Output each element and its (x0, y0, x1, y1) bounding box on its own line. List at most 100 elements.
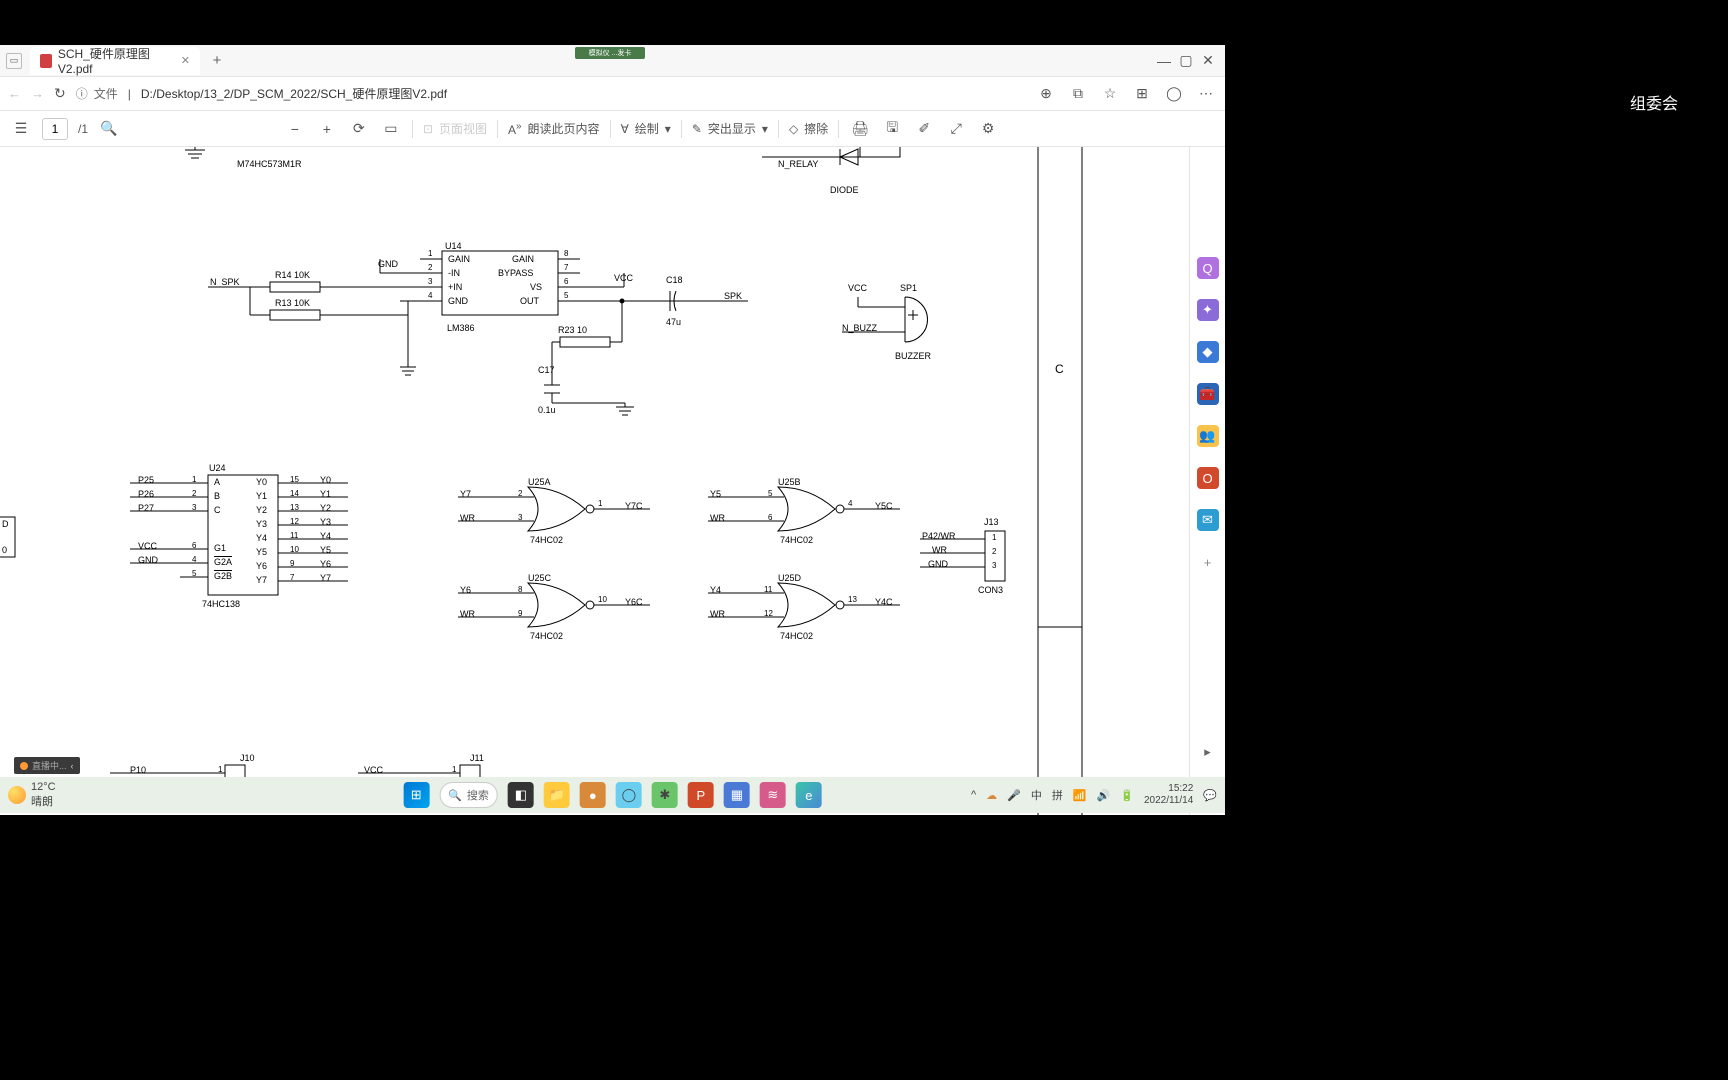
taskbar: 12°C 晴朗 ⊞ 🔍 搜索 ◧ 📁 ● ◯ ✱ P ▦ ≋ e ^ ☁ 🎤 中… (0, 777, 1225, 813)
sheet-zone-c: C (1055, 362, 1064, 376)
page-total: /1 (78, 122, 88, 136)
address-bar: ← → ↻ ⓘ 文件 | D:/Desktop/13_2/DP_SCM_2022… (0, 77, 1225, 111)
sidebar-tools-icon[interactable]: 🧰 (1197, 383, 1219, 405)
tray-mic-icon[interactable]: 🎤 (1007, 789, 1021, 802)
close-icon[interactable]: ✕ (181, 54, 190, 67)
file-label: 文件 (94, 85, 118, 102)
sidebar-collapse-icon[interactable]: ▸ (1197, 741, 1219, 763)
profile-icon[interactable]: ◯ (1163, 83, 1185, 105)
notification-icon[interactable]: 💬 (1203, 789, 1217, 802)
pdf-toolbar: ☰ /1 🔍 − + ⟳ ▭ ⊡ 页面视图 A» 朗读此页内容 ∀ 绘制 ▾ ✎… (0, 111, 1225, 147)
rotate-icon[interactable]: ⟳ (348, 118, 370, 140)
j13-ref: J13 (984, 517, 999, 527)
wifi-icon[interactable]: 📶 (1073, 789, 1087, 802)
buzz-part: BUZZER (895, 351, 931, 361)
tray-chevron-icon[interactable]: ^ (971, 789, 976, 801)
clock-time: 15:22 (1168, 783, 1193, 795)
amp-nspk: N_SPK (210, 277, 240, 287)
zoom-out-icon[interactable]: − (284, 118, 306, 140)
app-icon-4[interactable]: ≋ (760, 782, 786, 808)
taskbar-search[interactable]: 🔍 搜索 (439, 782, 498, 808)
volume-icon[interactable]: 🔊 (1097, 789, 1111, 802)
buzz-vcc: VCC (848, 283, 867, 293)
chip-label: M74HC573M1R (237, 159, 302, 169)
sidebar-search-icon[interactable]: Q (1197, 257, 1219, 279)
chevron-down-icon[interactable]: ▾ (665, 122, 671, 136)
tab-actions-icon[interactable]: ▭ (6, 53, 22, 69)
app-icon-2[interactable]: ◯ (616, 782, 642, 808)
zoom-icon[interactable]: ⊕ (1035, 83, 1057, 105)
recording-indicator: 模拟仪 ...发卡 (575, 47, 645, 59)
url-text[interactable]: D:/Desktop/13_2/DP_SCM_2022/SCH_硬件原理图V2.… (141, 85, 447, 102)
battery-icon[interactable]: 🔋 (1120, 789, 1134, 802)
minimize-icon[interactable]: — (1153, 50, 1175, 72)
net-relay: N_RELAY (778, 159, 818, 169)
powerpoint-icon[interactable]: P (688, 782, 714, 808)
fullscreen-icon[interactable]: ⤢ (945, 118, 967, 140)
maximize-icon[interactable]: ▢ (1175, 50, 1197, 72)
j13-part: CON3 (978, 585, 1003, 595)
buzz-net: N_BUZZ (842, 323, 877, 333)
sidebar-copilot-icon[interactable]: ✦ (1197, 299, 1219, 321)
schematic-svg (0, 147, 1190, 815)
chevron-down-icon[interactable]: ▾ (762, 122, 768, 136)
r14: R14 10K (275, 270, 310, 280)
amp-p4: GND (448, 296, 468, 306)
erase-icon[interactable]: ◇ (789, 122, 798, 136)
contents-icon[interactable]: ☰ (10, 118, 32, 140)
fit-label: 页面视图 (439, 120, 487, 137)
settings-icon[interactable]: ⚙ (977, 118, 999, 140)
page-number-input[interactable] (42, 118, 68, 140)
app-icon-3[interactable]: ▦ (724, 782, 750, 808)
erase-label[interactable]: 擦除 (804, 120, 828, 137)
favorite-icon[interactable]: ☆ (1099, 83, 1121, 105)
taskbar-clock[interactable]: 15:22 2022/11/14 (1144, 783, 1193, 807)
ime-lang[interactable]: 中 (1031, 787, 1042, 803)
ime-mode[interactable]: 拼 (1052, 787, 1063, 803)
search-icon[interactable]: 🔍 (98, 118, 120, 140)
highlight-label[interactable]: 突出显示 (708, 120, 756, 137)
forward-icon[interactable]: → (31, 86, 44, 101)
fit-icon[interactable]: ⊡ (423, 122, 433, 136)
sidebar-tag-icon[interactable]: ◆ (1197, 341, 1219, 363)
edge-icon[interactable]: e (796, 782, 822, 808)
c18: C18 (666, 275, 683, 285)
r13: R13 10K (275, 298, 310, 308)
print-icon[interactable]: 🖨 (849, 118, 871, 140)
explorer-icon[interactable]: 📁 (544, 782, 570, 808)
weather-widget[interactable]: 12°C 晴朗 (8, 781, 56, 809)
amp-p8: GAIN (512, 254, 534, 264)
diode-label: DIODE (830, 185, 859, 195)
collections-icon[interactable]: ⊞ (1131, 83, 1153, 105)
zoom-in-icon[interactable]: + (316, 118, 338, 140)
window-close-icon[interactable]: ✕ (1197, 50, 1219, 72)
refresh-icon[interactable]: ↻ (54, 85, 66, 102)
start-button[interactable]: ⊞ (403, 782, 429, 808)
pdf-file-icon (40, 54, 52, 68)
read-aloud-label[interactable]: 朗读此页内容 (528, 120, 600, 137)
draw-label[interactable]: 绘制 (635, 120, 659, 137)
task-view-icon[interactable]: ◧ (508, 782, 534, 808)
save-icon[interactable]: 🖫 (881, 118, 903, 140)
page-view-icon[interactable]: ▭ (380, 118, 402, 140)
sidebar-add-icon[interactable]: + (1197, 551, 1219, 573)
info-icon[interactable]: ⓘ (76, 85, 88, 102)
dec-part: 74HC138 (202, 599, 240, 609)
tray-onedrive-icon[interactable]: ☁ (986, 789, 997, 802)
pen-icon[interactable]: ✐ (913, 118, 935, 140)
highlight-icon[interactable]: ✎ (692, 122, 702, 136)
wechat-icon[interactable]: ✱ (652, 782, 678, 808)
read-icon[interactable]: ⧉ (1067, 83, 1089, 105)
tab-active[interactable]: SCH_硬件原理图V2.pdf ✕ (30, 47, 200, 75)
draw-icon[interactable]: ∀ (621, 122, 629, 136)
sidebar-office-icon[interactable]: O (1197, 467, 1219, 489)
app-icon-1[interactable]: ● (580, 782, 606, 808)
read-aloud-icon[interactable]: A» (508, 121, 522, 137)
new-tab-button[interactable]: + (205, 49, 229, 73)
c17: C17 (538, 365, 555, 375)
sidebar-outlook-icon[interactable]: ✉ (1197, 509, 1219, 531)
pdf-viewport[interactable]: M74HC573M1R N_RELAY DIODE U14 GAIN -IN +… (0, 147, 1225, 815)
menu-icon[interactable]: ⋯ (1195, 83, 1217, 105)
sidebar-games-icon[interactable]: 👥 (1197, 425, 1219, 447)
back-icon[interactable]: ← (8, 86, 21, 101)
